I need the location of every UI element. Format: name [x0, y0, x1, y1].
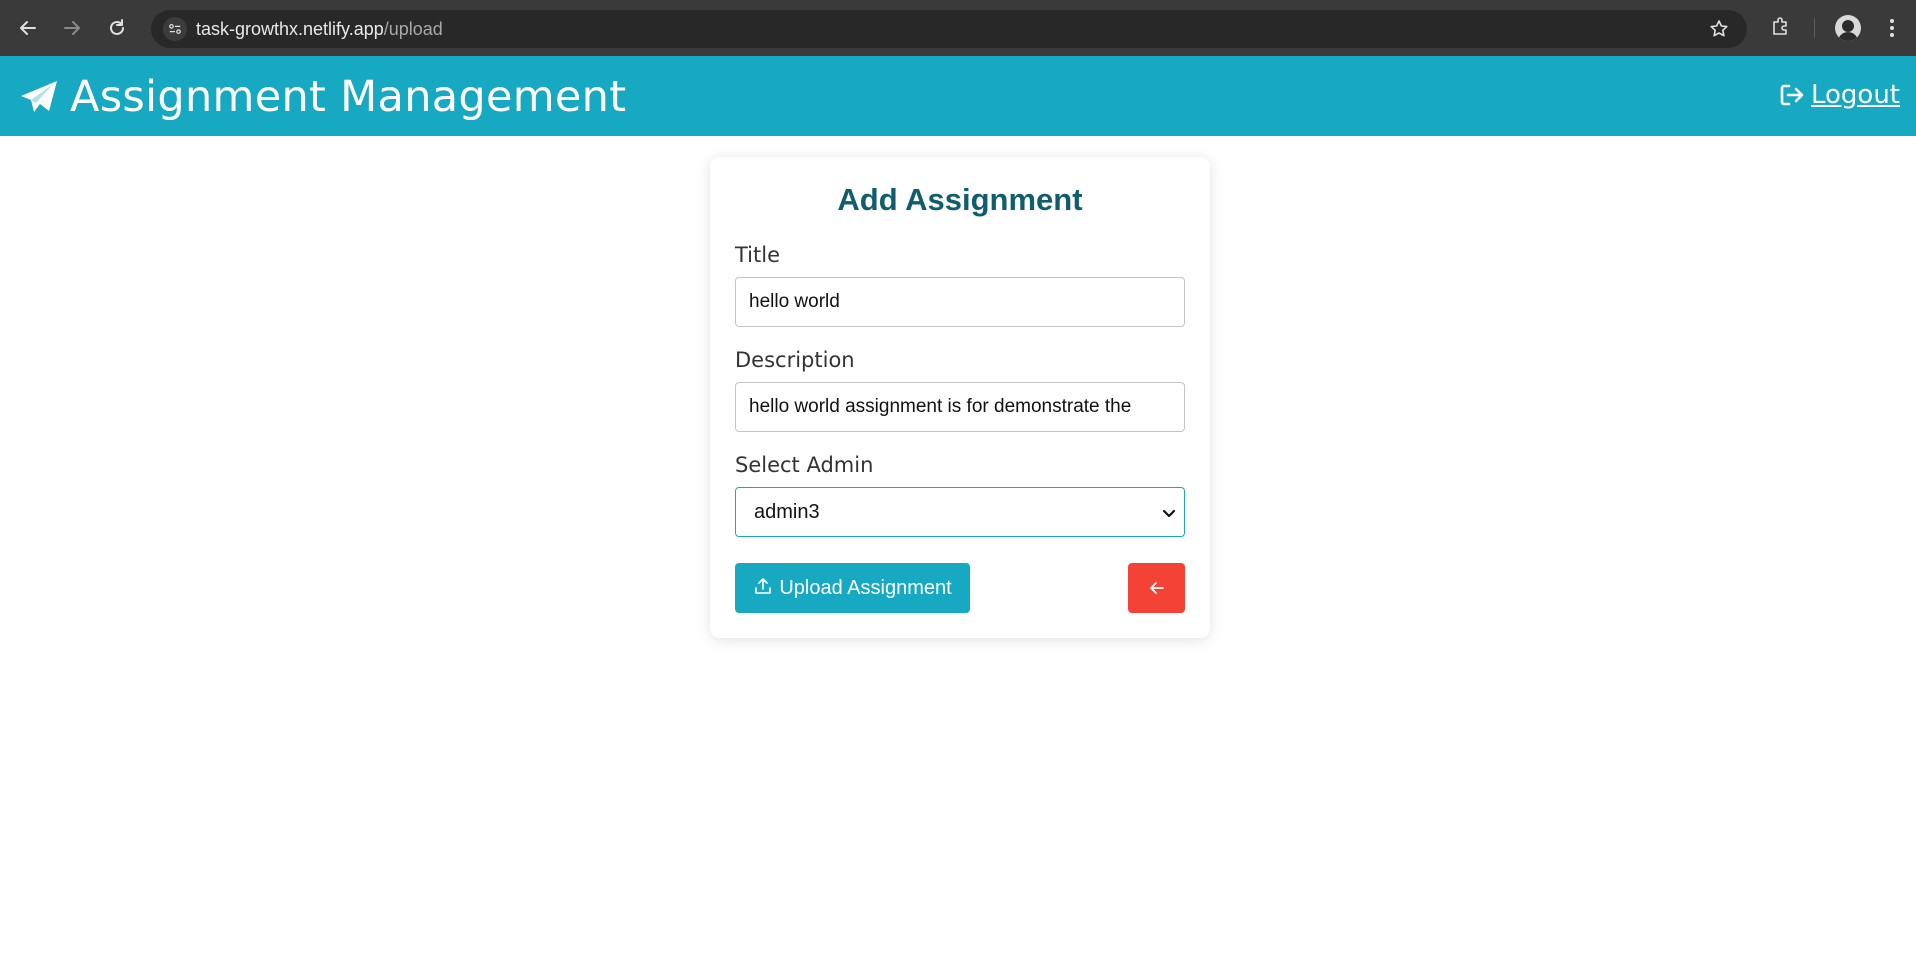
- toolbar-divider: [1814, 18, 1815, 38]
- back-icon[interactable]: [13, 13, 43, 43]
- title-label: Title: [735, 243, 781, 267]
- paper-plane-icon: [21, 81, 57, 112]
- url-text: task-growthx.netlify.app/upload: [196, 19, 443, 40]
- admin-select[interactable]: admin3: [735, 487, 1185, 537]
- chevron-down-icon: [1162, 509, 1176, 518]
- profile-avatar[interactable]: [1835, 15, 1861, 41]
- description-label: Description: [735, 348, 855, 372]
- bookmark-star-icon[interactable]: [1709, 19, 1729, 39]
- back-button[interactable]: [1128, 563, 1185, 613]
- url-path: /upload: [383, 19, 443, 39]
- title-input[interactable]: hello world: [735, 277, 1185, 327]
- more-menu-icon[interactable]: [1882, 16, 1902, 40]
- app-title: Assignment Management: [70, 72, 627, 122]
- upload-assignment-button[interactable]: Upload Assignment: [735, 563, 970, 613]
- address-bar[interactable]: task-growthx.netlify.app/upload: [151, 10, 1747, 48]
- arrow-left-icon: [1149, 582, 1164, 594]
- logout-link[interactable]: Logout: [1779, 80, 1900, 110]
- card-title: Add Assignment: [837, 182, 1083, 217]
- forward-icon[interactable]: [57, 13, 87, 43]
- site-info-icon[interactable]: [163, 17, 187, 41]
- add-assignment-card: Add Assignment Title hello world Descrip…: [710, 157, 1210, 638]
- extensions-icon[interactable]: [1770, 15, 1792, 37]
- logout-label: Logout: [1810, 80, 1900, 110]
- reload-icon[interactable]: [102, 13, 132, 43]
- admin-selected-value: admin3: [754, 500, 820, 523]
- admin-label: Select Admin: [735, 453, 874, 477]
- browser-toolbar: task-growthx.netlify.app/upload: [0, 0, 1916, 56]
- url-host: task-growthx.netlify.app: [196, 19, 384, 39]
- upload-icon: [755, 578, 772, 594]
- logout-icon: [1780, 84, 1804, 106]
- upload-button-label: Upload Assignment: [779, 576, 952, 599]
- description-input[interactable]: hello world assignment is for demonstrat…: [735, 382, 1185, 432]
